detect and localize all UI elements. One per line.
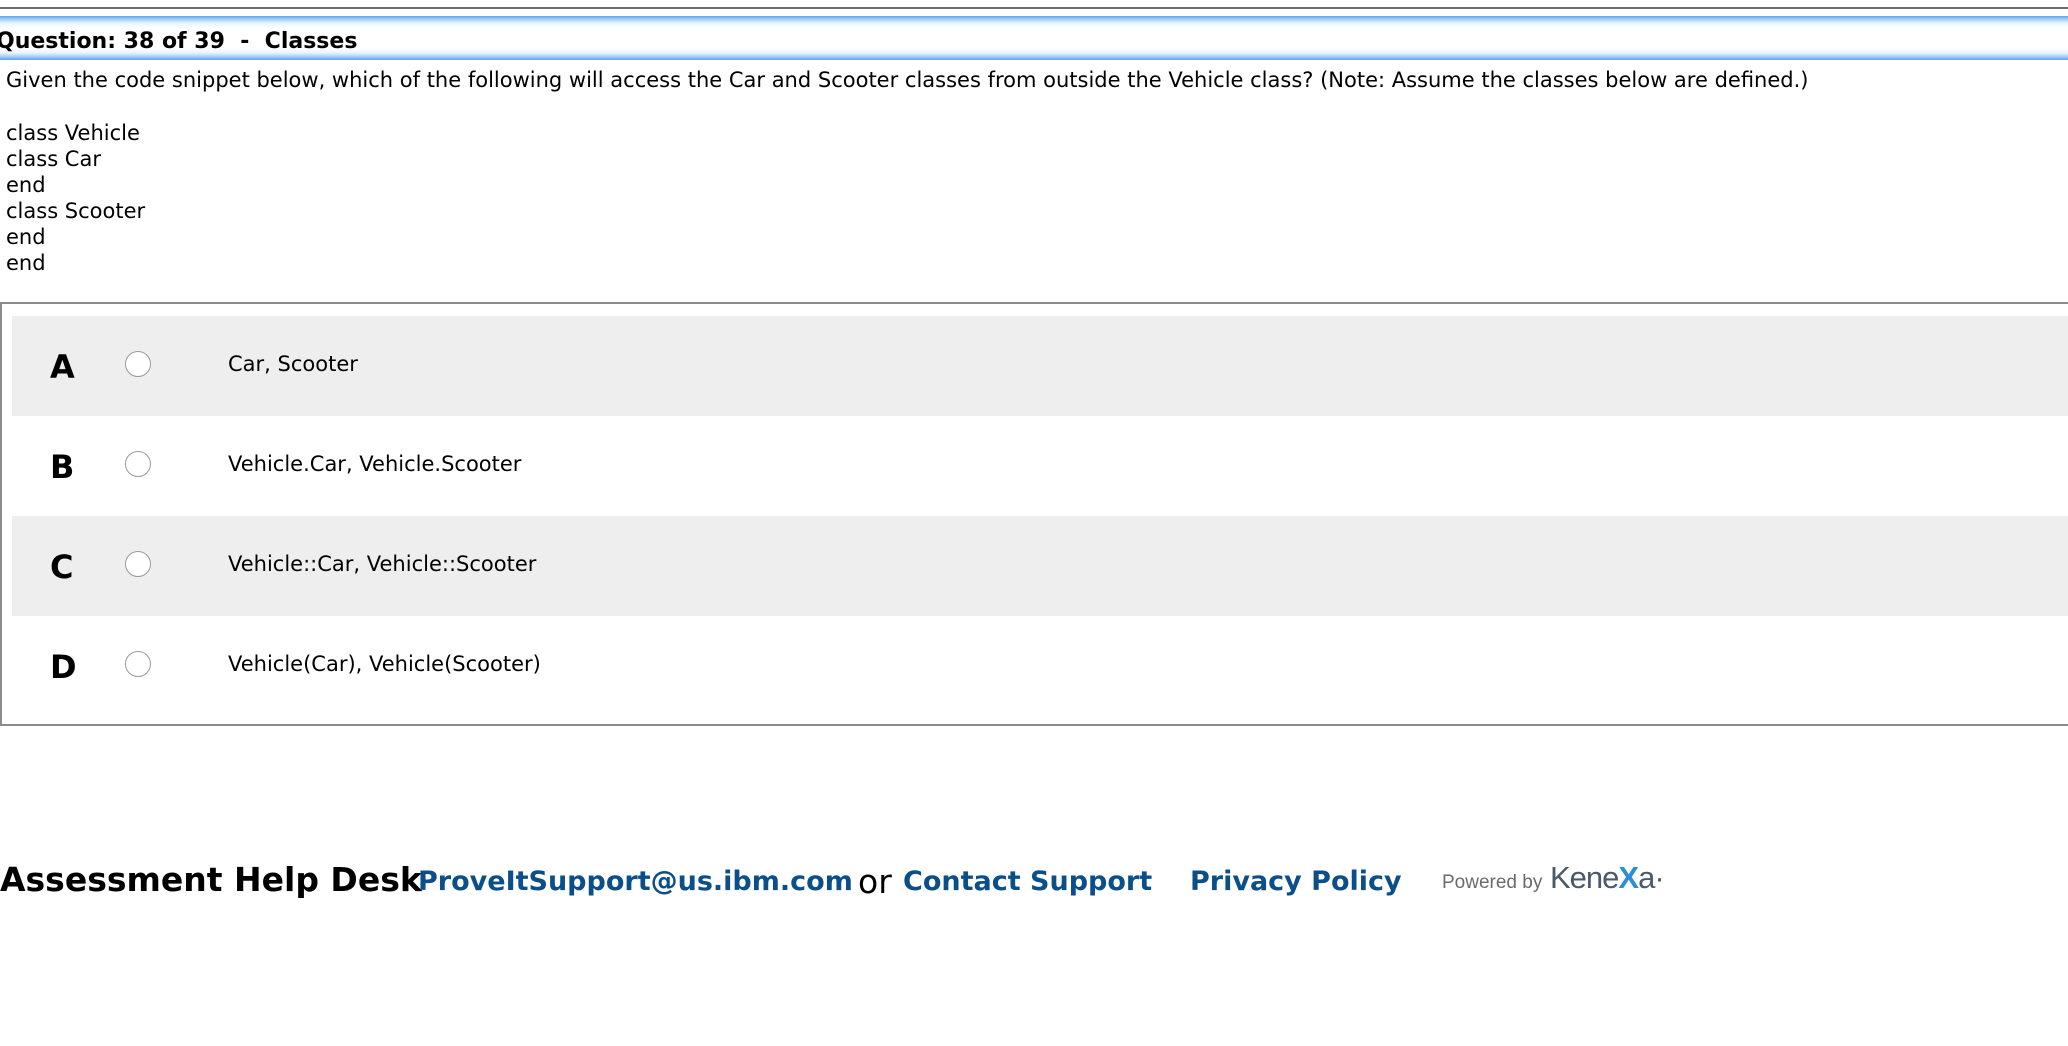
code-line: end xyxy=(6,173,46,197)
answer-b-radio[interactable] xyxy=(125,451,151,477)
kenexa-logo-text: Kene xyxy=(1550,860,1619,895)
answer-letter: A xyxy=(50,348,75,386)
help-desk-label: Assessment Help Desk xyxy=(0,860,422,899)
answer-letter: C xyxy=(50,548,74,586)
answer-text[interactable]: Vehicle(Car), Vehicle(Scooter) xyxy=(228,652,541,676)
question-header: Question: 38 of 39 - Classes xyxy=(0,29,358,54)
code-line: class Scooter xyxy=(6,199,146,223)
answer-option-d[interactable]: D Vehicle(Car), Vehicle(Scooter) xyxy=(12,616,2068,716)
answer-option-c[interactable]: C Vehicle::Car, Vehicle::Scooter xyxy=(12,516,2068,616)
code-snippet: class Vehicle class Car end class Scoote… xyxy=(6,120,145,276)
top-divider xyxy=(0,7,2068,9)
answer-c-radio[interactable] xyxy=(125,551,151,577)
or-separator: or xyxy=(858,862,892,901)
answer-option-a[interactable]: A Car, Scooter xyxy=(12,316,2068,416)
code-line: end xyxy=(6,251,46,275)
privacy-policy-link[interactable]: Privacy Policy xyxy=(1190,866,1402,897)
answer-option-b[interactable]: B Vehicle.Car, Vehicle.Scooter xyxy=(12,416,2068,516)
code-line: end xyxy=(6,225,46,249)
contact-support-link[interactable]: Contact Support xyxy=(903,866,1152,897)
answer-letter: B xyxy=(50,448,75,486)
code-line: class Car xyxy=(6,147,101,171)
answer-text[interactable]: Vehicle.Car, Vehicle.Scooter xyxy=(228,452,521,476)
code-line: class Vehicle xyxy=(6,121,140,145)
answer-options-panel: A Car, Scooter B Vehicle.Car, Vehicle.Sc… xyxy=(0,302,2068,726)
answer-a-radio[interactable] xyxy=(125,351,151,377)
answer-letter: D xyxy=(50,648,77,686)
powered-by-label: Powered by xyxy=(1442,872,1543,893)
kenexa-logo: KeneXa· xyxy=(1550,860,1665,896)
answer-d-radio[interactable] xyxy=(125,651,151,677)
kenexa-logo-text-end: a xyxy=(1638,860,1655,895)
kenexa-logo-mark: · xyxy=(1654,860,1664,895)
kenexa-logo-x: X xyxy=(1618,860,1639,895)
question-prompt: Given the code snippet below, which of t… xyxy=(6,68,1809,92)
question-header-bar: Question: 38 of 39 - Classes xyxy=(0,16,2068,60)
answer-text[interactable]: Car, Scooter xyxy=(228,352,358,376)
answer-text[interactable]: Vehicle::Car, Vehicle::Scooter xyxy=(228,552,536,576)
support-email-link[interactable]: ProveItSupport@us.ibm.com xyxy=(418,866,853,897)
footer: Assessment Help Desk ProveItSupport@us.i… xyxy=(0,860,2068,904)
